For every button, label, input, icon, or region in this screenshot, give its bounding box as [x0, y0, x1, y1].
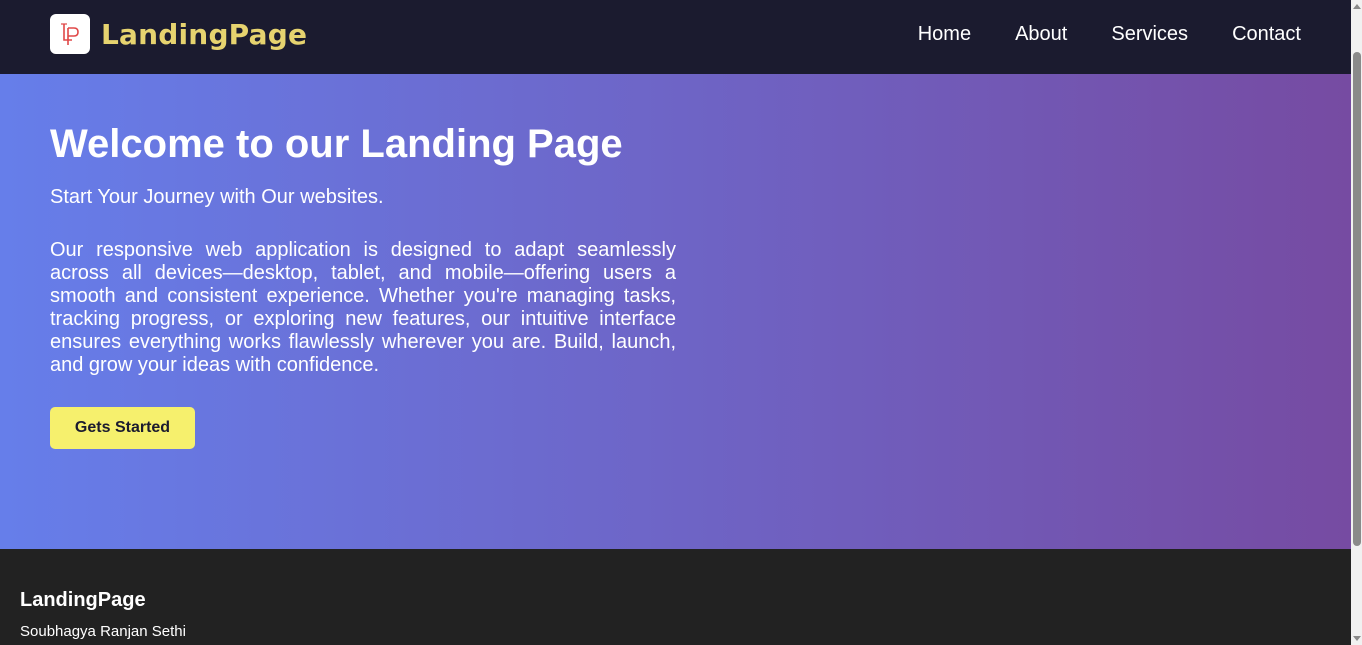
scrollbar-thumb[interactable]	[1353, 52, 1361, 546]
nav-home-link[interactable]: Home	[918, 22, 971, 46]
scroll-down-arrow-icon[interactable]	[1353, 636, 1361, 641]
page: LandingPage Home About Services Contact …	[0, 0, 1351, 645]
nav-menu: Home About Services Contact	[874, 22, 1301, 46]
nav-services-link[interactable]: Services	[1111, 22, 1188, 46]
footer-author: Soubhagya Ranjan Sethi	[20, 623, 186, 640]
hero-title: Welcome to our Landing Page	[50, 122, 623, 166]
nav-about-link[interactable]: About	[1015, 22, 1067, 46]
get-started-button[interactable]: Gets Started	[50, 407, 195, 449]
brand-name: LandingPage	[101, 17, 308, 51]
hero-subtitle: Start Your Journey with Our websites.	[50, 186, 384, 208]
footer: LandingPage Soubhagya Ranjan Sethi	[0, 549, 1351, 645]
hero-description: Our responsive web application is design…	[50, 239, 676, 376]
brand-link[interactable]: LandingPage	[50, 14, 307, 54]
navbar: LandingPage Home About Services Contact	[0, 0, 1351, 74]
nav-contact-link[interactable]: Contact	[1232, 22, 1301, 46]
vertical-scrollbar[interactable]	[1351, 0, 1362, 645]
footer-title: LandingPage	[20, 589, 146, 611]
lp-logo-icon	[50, 14, 90, 54]
scroll-up-arrow-icon[interactable]	[1353, 4, 1361, 9]
hero-section: Welcome to our Landing Page Start Your J…	[0, 74, 1351, 549]
